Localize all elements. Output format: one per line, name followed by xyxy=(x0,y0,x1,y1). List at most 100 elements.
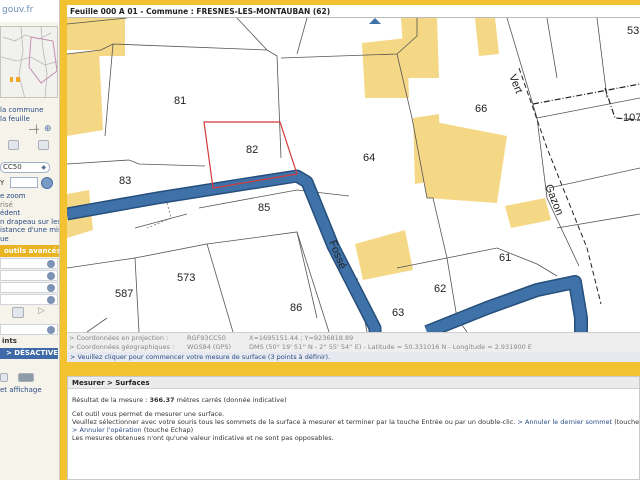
result-value: 366.37 xyxy=(149,396,175,404)
street-edge-dashed xyxy=(518,67,602,305)
print-display-link[interactable]: et affichage xyxy=(0,386,42,394)
points-label: ints xyxy=(2,337,17,345)
extent-button[interactable] xyxy=(38,140,49,150)
measure-description-2: Veuillez sélectionner avec votre souris … xyxy=(72,418,640,426)
info-line[interactable]: édent xyxy=(0,209,59,218)
projection-label: > Coordonnées en projection : xyxy=(69,334,169,342)
projection-system: RGF93CC50 xyxy=(187,334,226,342)
parcel-label: 83 xyxy=(119,175,131,187)
parcel-label: 85 xyxy=(258,202,270,214)
road xyxy=(424,276,587,332)
geo-value: DMS (50° 19' 51'' N - 2° 55' 54'' E) - L… xyxy=(249,343,532,351)
hint-text: > Veuillez cliquer pour commencer votre … xyxy=(70,353,331,361)
geo-label: > Coordonnées géographiques : xyxy=(69,343,175,351)
measure-panel: Mesurer > Surfaces Résultat de la mesure… xyxy=(67,376,640,480)
geographic-coordinates: > Coordonnées géographiques : WGS84 (GPS… xyxy=(69,343,532,351)
result-suffix: mètres carrés (donnée indicative) xyxy=(176,396,287,404)
display-icon[interactable] xyxy=(18,373,34,382)
arrow-icon xyxy=(47,260,55,268)
projection-select[interactable]: CC50 ◆ xyxy=(0,162,50,173)
building xyxy=(475,18,499,56)
projection-value: X=1695151.44 ; Y=9236818.89 xyxy=(249,334,354,342)
deactivate-label: > DÉSACTIVER xyxy=(6,349,60,357)
measure-header: Mesurer > Surfaces xyxy=(68,377,639,389)
parcel-label: 66 xyxy=(475,103,487,115)
chevron-updown-icon: ◆ xyxy=(41,164,46,171)
parcel-label: 64 xyxy=(363,152,375,164)
y-coordinate-row: Y xyxy=(0,177,59,189)
overview-map[interactable] xyxy=(0,26,58,98)
parcel-label: 587 xyxy=(115,288,133,300)
map-graphic: 81 82 83 64 66 107 53 85 573 587 86 62 6… xyxy=(67,18,640,332)
undo-last-vertex-link[interactable]: > Annuler le dernier sommet xyxy=(517,418,612,426)
arrow-icon xyxy=(47,284,55,292)
building xyxy=(67,50,103,136)
measure-disclaimer: Les mesures obtenues n'ont qu'une valeur… xyxy=(72,434,334,442)
zoom-tool-row: − ┼ ⊕ xyxy=(0,124,59,137)
parcel-label: 81 xyxy=(174,95,186,107)
hint-bar: > Veuillez cliquer pour commencer votre … xyxy=(67,352,640,362)
building xyxy=(401,18,439,78)
building xyxy=(505,198,551,228)
overview-location-marker xyxy=(10,77,13,82)
building xyxy=(362,38,409,98)
cadastral-map[interactable]: 81 82 83 64 66 107 53 85 573 587 86 62 6… xyxy=(67,18,640,332)
y-coordinate-input[interactable] xyxy=(10,177,38,188)
pan-button[interactable] xyxy=(8,140,19,150)
parcel-label: 107 xyxy=(623,112,640,124)
tool-row[interactable] xyxy=(0,282,58,293)
tool-row[interactable] xyxy=(0,258,58,269)
advanced-tools-label: outils avancés xyxy=(4,247,60,255)
parcel-label: 86 xyxy=(290,302,302,314)
zoom-slider-icon[interactable]: ┼ xyxy=(34,125,39,134)
measure-title: Mesurer > Surfaces xyxy=(72,379,150,387)
tool-row[interactable] xyxy=(0,270,58,281)
info-line[interactable]: e zoom xyxy=(0,192,59,201)
link-feuille[interactable]: la feuille xyxy=(0,115,59,124)
deactivate-button[interactable]: > DÉSACTIVER xyxy=(0,348,60,359)
left-panel: gouv.fr la commune la feuille − ┼ ⊕ CC50… xyxy=(0,0,60,480)
cancel-operation-link[interactable]: > Annuler l'opération xyxy=(72,426,142,434)
coordinates-panel: > Coordonnées en projection : RGF93CC50 … xyxy=(67,332,640,352)
left-info-list: e zoom risé édent n drapeau sur les ista… xyxy=(0,192,59,244)
cancel-hint: (touche Echap) xyxy=(143,426,194,434)
site-logo: gouv.fr xyxy=(2,5,34,15)
print-icon[interactable] xyxy=(0,373,8,382)
map-scroll-up-arrow[interactable] xyxy=(369,18,381,24)
arrow-icon xyxy=(47,272,55,280)
link-commune[interactable]: la commune xyxy=(0,106,59,115)
result-prefix: Résultat de la mesure : xyxy=(72,396,148,404)
site-header: gouv.fr xyxy=(0,0,59,22)
left-links: la commune la feuille xyxy=(0,106,59,124)
geo-system: WGS84 (GPS) xyxy=(187,343,232,351)
undo-hint: (touche Retour) xyxy=(614,418,640,426)
info-line[interactable]: istance d'une mise xyxy=(0,226,59,235)
parcel-label: 63 xyxy=(392,307,404,319)
go-button[interactable] xyxy=(41,177,53,189)
nav-tool-row xyxy=(0,139,59,151)
parcel-label: 62 xyxy=(434,283,446,295)
cursor-icon[interactable]: ▷ xyxy=(38,306,45,316)
measure-tool-buttons: ▷ xyxy=(0,302,59,322)
road xyxy=(67,169,382,332)
building xyxy=(413,114,441,184)
map-title: Feuille 000 A 01 - Commune : FRESNES-LES… xyxy=(70,7,331,16)
arrow-icon xyxy=(47,326,55,334)
measure-description-1: Cet outil vous permet de mesurer une sur… xyxy=(72,410,225,418)
measure-surface-button[interactable] xyxy=(12,307,24,318)
map-title-bar: Feuille 000 A 01 - Commune : FRESNES-LES… xyxy=(67,5,640,18)
advanced-tools-header[interactable]: outils avancés xyxy=(0,245,60,257)
info-line[interactable]: n drapeau sur les xyxy=(0,218,59,227)
projection-coordinates: > Coordonnées en projection : RGF93CC50 … xyxy=(69,334,353,342)
small-dashed-line xyxy=(146,202,172,229)
info-line[interactable]: ue xyxy=(0,235,59,244)
tool-row[interactable] xyxy=(0,324,58,335)
street-label-fosse: Fossé xyxy=(326,239,348,271)
parcel-label: 53 xyxy=(627,25,639,37)
measure-cancel-row: > Annuler l'opération (touche Echap) xyxy=(72,426,193,434)
building xyxy=(355,230,413,280)
measure-instructions: Veuillez sélectionner avec votre souris … xyxy=(72,418,516,426)
measure-result: Résultat de la mesure : 366.37 mètres ca… xyxy=(72,396,287,404)
parcel-label: 61 xyxy=(499,252,511,264)
zoom-in-icon[interactable]: ⊕ xyxy=(44,124,52,134)
